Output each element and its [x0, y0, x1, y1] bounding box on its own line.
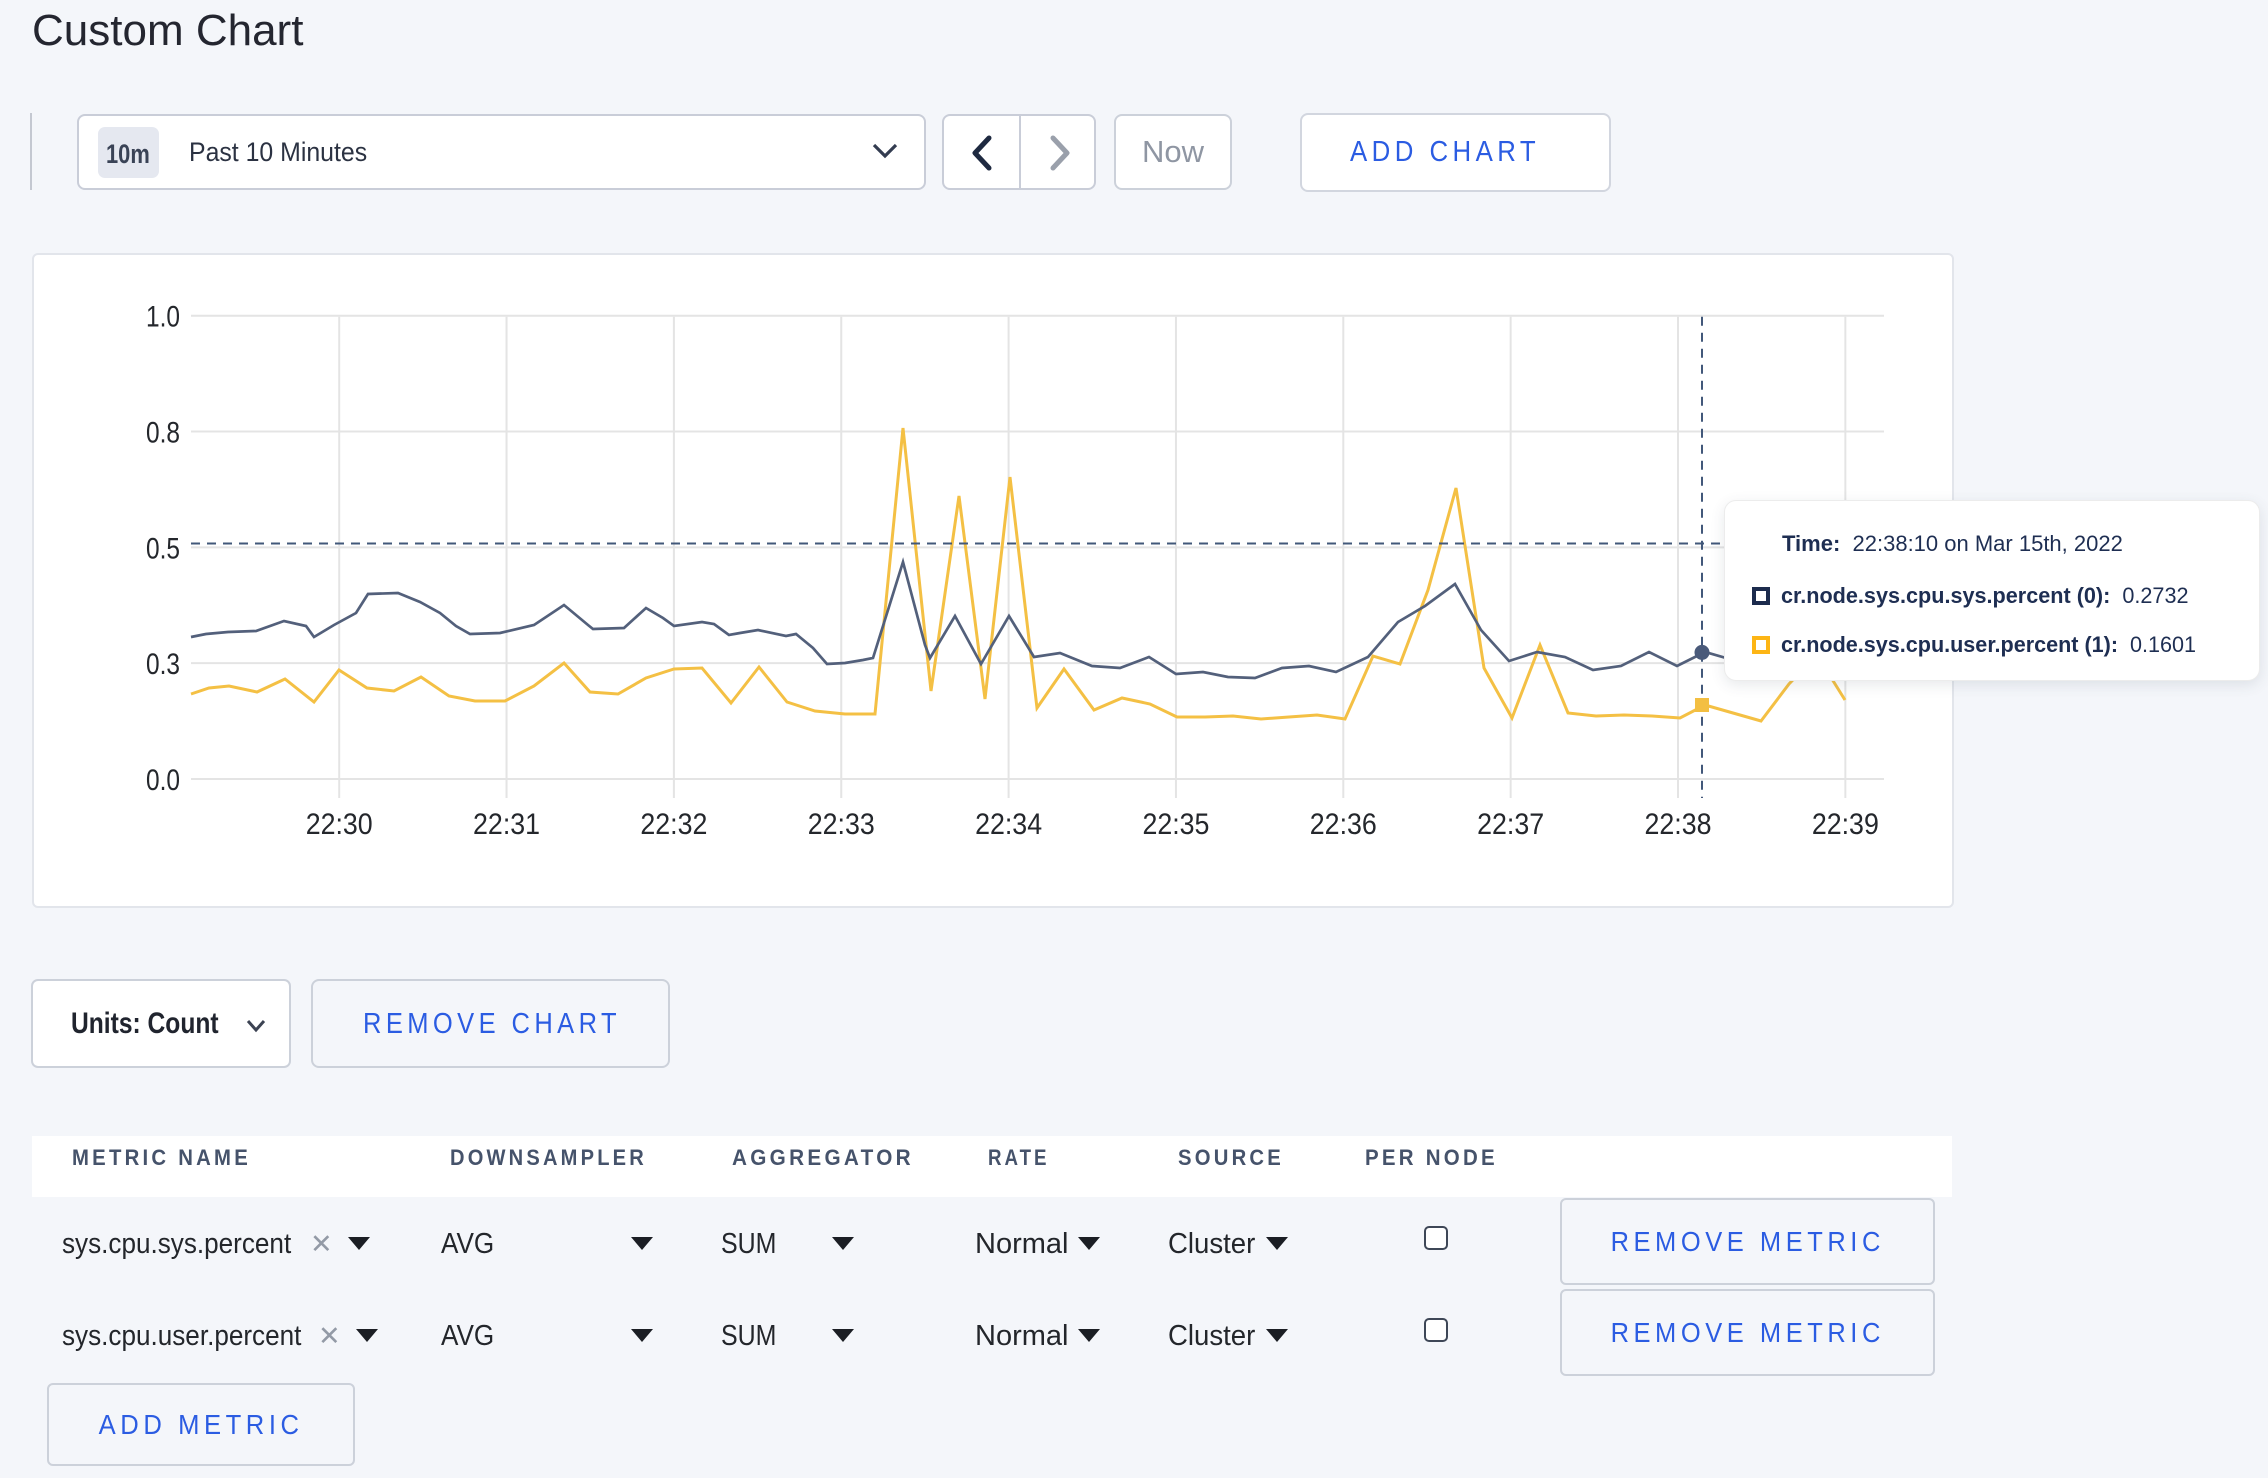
- svg-text:22:36: 22:36: [1310, 808, 1377, 841]
- svg-text:22:39: 22:39: [1812, 808, 1879, 841]
- svg-text:0.3: 0.3: [146, 648, 180, 681]
- svg-text:22:32: 22:32: [640, 808, 707, 841]
- svg-text:0.0: 0.0: [146, 764, 180, 797]
- svg-text:1.0: 1.0: [146, 301, 180, 334]
- svg-text:22:31: 22:31: [473, 808, 540, 841]
- svg-text:22:30: 22:30: [306, 808, 373, 841]
- svg-text:22:35: 22:35: [1142, 808, 1209, 841]
- svg-text:0.5: 0.5: [146, 532, 180, 565]
- svg-text:0.8: 0.8: [146, 417, 180, 450]
- svg-text:22:33: 22:33: [808, 808, 875, 841]
- svg-text:22:34: 22:34: [975, 808, 1042, 841]
- svg-text:22:37: 22:37: [1477, 808, 1544, 841]
- svg-text:22:38: 22:38: [1645, 808, 1712, 841]
